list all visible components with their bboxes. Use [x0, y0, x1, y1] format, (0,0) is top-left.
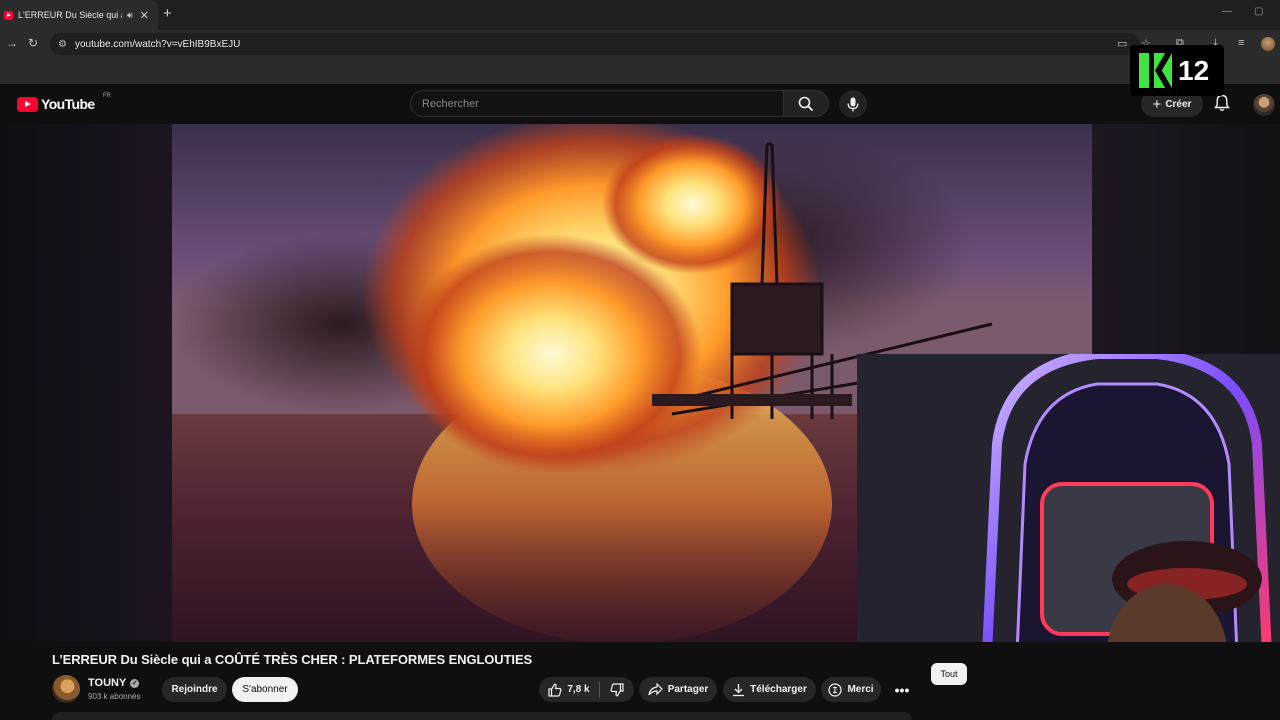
thanks-button[interactable]: Merci: [821, 677, 881, 702]
description-box[interactable]: [52, 712, 912, 720]
maximize-icon[interactable]: ▢: [1254, 6, 1263, 17]
bookmark-bar: [0, 58, 1280, 84]
forward-arrow-icon[interactable]: →: [6, 36, 18, 50]
plus-icon: +: [1152, 95, 1162, 113]
address-bar[interactable]: ⚙︎ youtube.com/watch?v=vEhIB9BxEJU: [50, 33, 1140, 55]
video-player[interactable]: [0, 124, 1280, 642]
channel-name-row[interactable]: TOUNY ✓: [88, 677, 140, 689]
microphone-icon: [847, 97, 859, 111]
dislike-button[interactable]: [600, 677, 634, 702]
search-button[interactable]: [784, 90, 829, 117]
join-button[interactable]: Rejoindre: [162, 677, 227, 702]
create-label: Créer: [1165, 98, 1192, 110]
country-code: FR: [103, 93, 111, 99]
like-dislike-group: 7,8 k: [539, 677, 634, 702]
search-icon: [798, 96, 814, 111]
k12-channel-overlay: 12: [1130, 45, 1224, 96]
speaker-icon[interactable]: 🔊︎: [127, 10, 133, 21]
minimize-icon[interactable]: —: [1222, 6, 1232, 17]
browser-toolbar: → ↻ ⚙︎ youtube.com/watch?v=vEhIB9BxEJU ▭…: [0, 30, 1280, 58]
youtube-wordmark: YouTube: [41, 96, 95, 112]
youtube-logo[interactable]: YouTube FR: [17, 93, 111, 112]
tab-title: L'ERREUR Du Siècle qui a CO: [18, 10, 122, 20]
more-actions-button[interactable]: •••: [891, 679, 913, 701]
subscriber-count: 903 k abonnés: [88, 692, 141, 701]
search-input[interactable]: Rechercher: [410, 90, 784, 117]
thumbs-down-icon: [610, 682, 624, 696]
thumbs-up-icon: [548, 683, 562, 697]
cast-icon[interactable]: ▭: [1117, 37, 1127, 50]
tab-close-icon[interactable]: ✕: [140, 9, 149, 22]
url-text[interactable]: youtube.com/watch?v=vEhIB9BxEJU: [75, 39, 240, 50]
search-placeholder: Rechercher: [422, 97, 479, 110]
download-label: Télécharger: [750, 684, 807, 695]
youtube-favicon-icon: [4, 10, 13, 20]
new-tab-button[interactable]: +: [163, 5, 172, 22]
account-avatar[interactable]: [1253, 94, 1275, 116]
ambient-left: [0, 124, 172, 642]
super-thanks-icon: [828, 682, 843, 697]
like-button[interactable]: 7,8 k: [539, 677, 599, 702]
chip-all[interactable]: Tout: [931, 663, 967, 685]
voice-search-button[interactable]: [839, 90, 867, 118]
channel-avatar[interactable]: [52, 675, 80, 703]
menu-list-icon[interactable]: ≡: [1238, 37, 1244, 49]
streamer-webcam: [857, 354, 1280, 642]
share-label: Partager: [667, 684, 709, 695]
share-icon: [648, 683, 663, 696]
notifications-bell-icon[interactable]: [1214, 94, 1230, 112]
youtube-header: YouTube FR Rechercher + Créer: [0, 84, 1280, 124]
browser-tab-active[interactable]: L'ERREUR Du Siècle qui a CO 🔊︎ ✕: [0, 0, 158, 30]
download-button[interactable]: Télécharger: [723, 677, 816, 702]
video-title: L’ERREUR Du Siècle qui a COÛTÉ TRÈS CHER…: [52, 652, 533, 667]
subscribe-button[interactable]: S'abonner: [232, 677, 298, 702]
youtube-play-icon: [17, 96, 38, 112]
k12-logo-icon: [1139, 53, 1172, 88]
browser-profile-avatar[interactable]: [1261, 37, 1275, 51]
k12-number: 12: [1178, 54, 1210, 86]
browser-tab-strip: L'ERREUR Du Siècle qui a CO 🔊︎ ✕ + — ▢: [0, 0, 1280, 30]
thanks-label: Merci: [847, 684, 874, 695]
download-icon: [733, 683, 745, 696]
channel-name[interactable]: TOUNY: [88, 677, 126, 689]
like-count: 7,8 k: [567, 684, 590, 695]
share-button[interactable]: Partager: [639, 677, 717, 702]
verified-check-icon: ✓: [130, 678, 140, 688]
site-settings-icon[interactable]: ⚙︎: [58, 39, 67, 50]
reload-icon[interactable]: ↻: [28, 36, 38, 50]
